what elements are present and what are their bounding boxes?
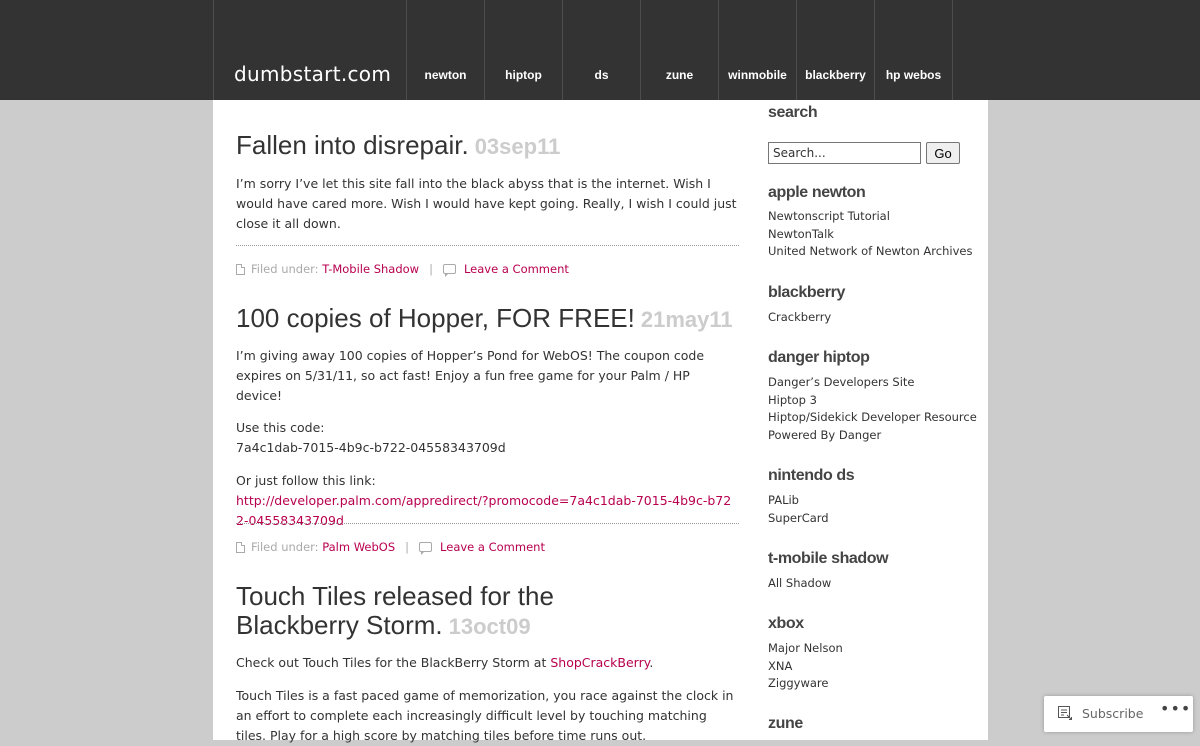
list-item[interactable]: Hiptop/Sidekick Developer Resource — [768, 409, 977, 427]
content-area: Fallen into disrepair. 03sep11 I’m sorry … — [213, 100, 988, 743]
post-title-line[interactable]: Blackberry Storm. — [236, 610, 443, 640]
document-icon — [236, 263, 245, 275]
nav-label[interactable]: newton — [407, 68, 484, 82]
widget-title: blackberry — [768, 284, 845, 301]
post-title-text[interactable]: Fallen into disrepair. — [236, 130, 469, 160]
subscribe-label[interactable]: Subscribe — [1082, 706, 1143, 721]
post-title-text[interactable]: 100 copies of Hopper, FOR FREE! — [236, 303, 635, 333]
reader-icon — [1058, 706, 1072, 720]
meta-separator: | — [429, 262, 433, 276]
nav-label[interactable]: winmobile — [719, 68, 796, 82]
nav-item-ds[interactable]: ds — [563, 0, 641, 100]
widget-title: zune — [768, 715, 803, 732]
list-item[interactable]: NewtonTalk — [768, 226, 972, 244]
post-body: Touch Tiles is a fast paced game of memo… — [236, 688, 734, 743]
post-date: 21may11 — [640, 307, 733, 332]
list-item[interactable]: PALib — [768, 492, 829, 510]
widget-list: Newtonscript Tutorial NewtonTalk United … — [768, 208, 972, 261]
list-item[interactable]: Major Nelson — [768, 640, 843, 658]
comment-icon — [419, 542, 433, 555]
post-meta: Filed under: T-Mobile Shadow | Leave a C… — [236, 262, 569, 277]
post: Fallen into disrepair. 03sep11 I’m sorry … — [236, 131, 739, 234]
nav-item-hiptop[interactable]: hiptop — [485, 0, 563, 100]
post-title[interactable]: Fallen into disrepair. 03sep11 — [236, 131, 739, 161]
search-input[interactable] — [768, 142, 921, 164]
nav-label[interactable]: hiptop — [485, 68, 562, 82]
code-label: Use this code: — [236, 420, 325, 435]
more-options-icon[interactable]: ••• — [1160, 699, 1191, 718]
main-nav: newton hiptop ds zune winmobile blackber… — [407, 0, 953, 100]
widget-title: danger hiptop — [768, 349, 870, 366]
coupon-code: 7a4c1dab-7015-4b9c-b722-04558343709d — [236, 440, 506, 455]
list-item[interactable]: Newtonscript Tutorial — [768, 208, 972, 226]
list-item[interactable]: Danger’s Developers Site — [768, 374, 977, 392]
list-item[interactable]: Crackberry — [768, 309, 831, 327]
filed-under-label: Filed under: — [251, 262, 319, 276]
widget-list: Major Nelson XNA Ziggyware — [768, 640, 843, 693]
leave-comment-link[interactable]: Leave a Comment — [464, 262, 569, 276]
post-divider — [236, 245, 739, 246]
nav-label[interactable]: hp webos — [875, 68, 952, 82]
post-date: 13oct09 — [448, 614, 531, 639]
widget-list: All Shadow — [768, 575, 831, 593]
nav-item-zune[interactable]: zune — [641, 0, 719, 100]
widget-title: t-mobile shadow — [768, 550, 889, 567]
nav-item-winmobile[interactable]: winmobile — [719, 0, 797, 100]
site-header: dumbstart.com newton hiptop ds zune winm… — [213, 0, 988, 100]
list-item[interactable]: XNA — [768, 658, 843, 676]
widget-list: PALib SuperCard — [768, 492, 829, 527]
list-item[interactable]: Powered By Danger — [768, 427, 977, 445]
post-divider — [236, 523, 739, 524]
post-body: I’m giving away 100 copies of Hopper’s P… — [236, 348, 705, 403]
widget-list: Danger’s Developers Site Hiptop 3 Hiptop… — [768, 374, 977, 444]
nav-label[interactable]: blackberry — [797, 68, 874, 82]
post: 100 copies of Hopper, FOR FREE! 21may11 I… — [236, 304, 739, 531]
promo-link-para: http://developer.palm.com/appredirect/?p… — [236, 491, 739, 531]
widget-title: apple newton — [768, 184, 866, 201]
list-item[interactable]: Ziggyware — [768, 675, 843, 693]
post-title-line[interactable]: Touch Tiles released for the — [236, 581, 554, 611]
shopcrackberry-link[interactable]: ShopCrackBerry — [550, 655, 649, 670]
leave-comment-link[interactable]: Leave a Comment — [440, 540, 545, 554]
post-body: Check out Touch Tiles for the BlackBerry… — [236, 653, 739, 673]
meta-separator: | — [405, 540, 410, 554]
nav-label[interactable]: zune — [641, 68, 718, 82]
search-go-button[interactable]: Go — [926, 142, 960, 164]
list-item[interactable]: All Shadow — [768, 575, 831, 593]
link-label: Or just follow this link: — [236, 473, 376, 488]
widget-title: xbox — [768, 615, 804, 632]
subscribe-widget[interactable]: Subscribe ••• — [1044, 696, 1193, 732]
widget-title: nintendo ds — [768, 467, 855, 484]
list-item[interactable]: United Network of Newton Archives — [768, 243, 972, 261]
site-title-cell[interactable]: dumbstart.com — [213, 0, 407, 100]
filed-under-label: Filed under: — [251, 540, 319, 554]
category-link[interactable]: T-Mobile Shadow — [322, 262, 419, 276]
document-icon — [236, 541, 245, 553]
post: Touch Tiles released for the Blackberry S… — [236, 582, 739, 746]
comment-icon — [442, 264, 456, 277]
site-title[interactable]: dumbstart.com — [234, 62, 391, 86]
list-item[interactable]: Hiptop 3 — [768, 392, 977, 410]
nav-item-hp-webos[interactable]: hp webos — [875, 0, 953, 100]
post-body: I’m sorry I’ve let this site fall into t… — [236, 176, 737, 231]
list-item[interactable]: SuperCard — [768, 510, 829, 528]
post-title[interactable]: Touch Tiles released for the Blackberry S… — [236, 582, 739, 641]
post-title[interactable]: 100 copies of Hopper, FOR FREE! 21may11 — [236, 304, 739, 334]
body-text: Check out Touch Tiles for the BlackBerry… — [236, 655, 551, 670]
nav-item-blackberry[interactable]: blackberry — [797, 0, 875, 100]
widget-list: Crackberry — [768, 309, 831, 327]
post-meta: Filed under: Palm WebOS | Leave a Commen… — [236, 540, 545, 555]
nav-label[interactable]: ds — [563, 68, 640, 82]
post-date: 03sep11 — [474, 134, 561, 159]
nav-item-newton[interactable]: newton — [407, 0, 485, 100]
body-text: . — [649, 655, 654, 670]
widget-title-search: search — [768, 104, 818, 121]
category-link[interactable]: Palm WebOS — [322, 540, 395, 554]
